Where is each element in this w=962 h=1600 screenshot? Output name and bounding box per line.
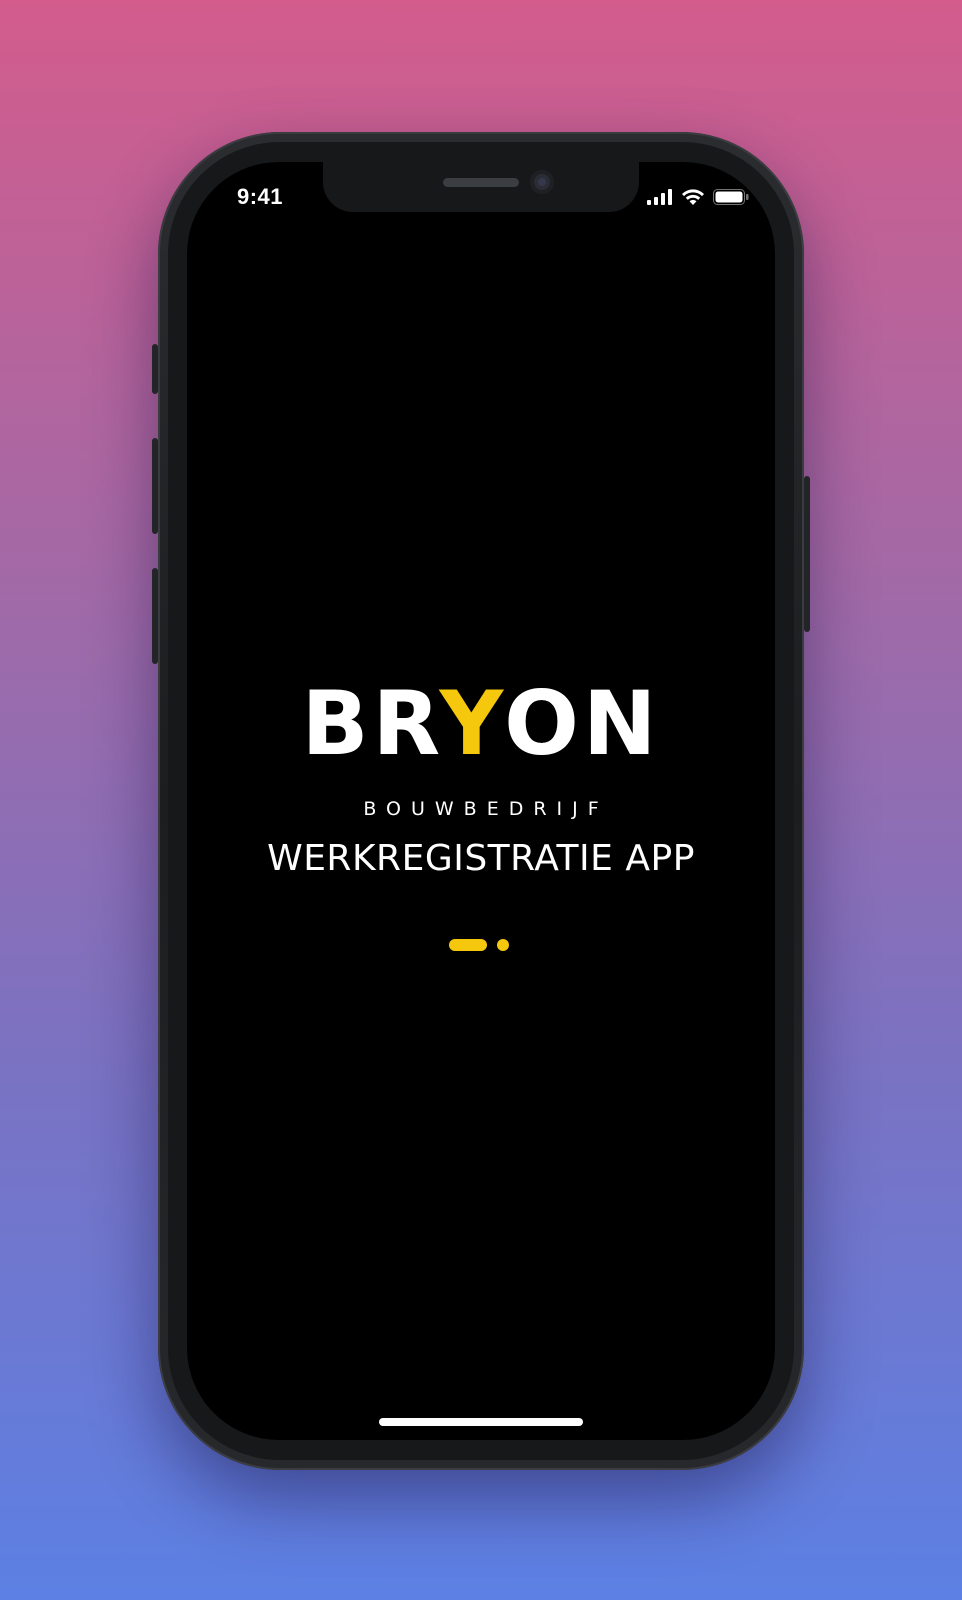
wifi-icon	[682, 189, 704, 205]
bryon-logo: BRYON	[187, 680, 775, 768]
status-icons	[647, 188, 749, 206]
app-title: WERKREGISTRATIE APP	[267, 838, 695, 879]
speaker-grille	[443, 178, 519, 187]
notch	[323, 162, 639, 212]
logo-suffix: ON	[504, 672, 661, 775]
loading-bar	[449, 939, 487, 951]
logo-prefix: BR	[301, 672, 440, 775]
logo-subtitle: BOUWBEDRIJF	[363, 798, 609, 820]
loading-indicator	[449, 939, 509, 951]
loading-dot	[497, 939, 509, 951]
front-camera	[530, 170, 554, 194]
status-time: 9:41	[237, 184, 284, 209]
volume-up-button	[152, 438, 158, 534]
silent-switch	[152, 344, 158, 394]
battery-icon	[713, 189, 749, 205]
splash-screen: 9:41 BRYON BOUWBEDRIJF WERKREGISTRATIE A…	[187, 162, 775, 1440]
home-indicator[interactable]	[379, 1418, 583, 1426]
volume-down-button	[152, 568, 158, 664]
cellular-signal-icon	[647, 189, 672, 205]
logo-accent-letter: Y	[439, 672, 505, 775]
power-button	[804, 476, 810, 632]
